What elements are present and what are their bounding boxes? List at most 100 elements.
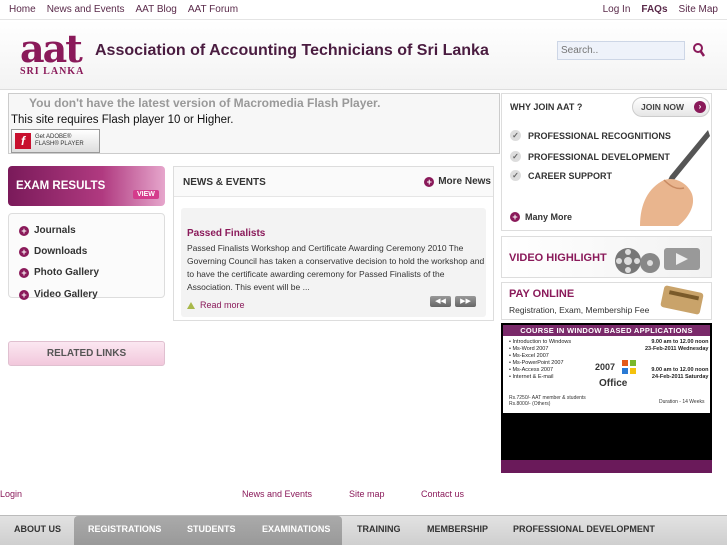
- flash-button-line1: Get ADOBE®: [35, 134, 72, 140]
- top-link-forum[interactable]: AAT Forum: [188, 4, 238, 15]
- film-reel-icon: [615, 248, 700, 274]
- logo-text: aat: [20, 26, 83, 71]
- flash-notice: You don't have the latest version of Mac…: [8, 93, 500, 154]
- why-join-title: WHY JOIN AAT ?: [510, 102, 583, 112]
- course-item: • Internet & E-mail: [509, 374, 554, 380]
- course-list: • Introduction to Windows • Ms-Word 2007…: [509, 339, 571, 381]
- arrow-right-icon: ›: [694, 101, 706, 113]
- get-flash-button[interactable]: f Get ADOBE® FLASH® PLAYER: [11, 129, 100, 153]
- video-highlight-title: VIDEO HIGHLIGHT: [509, 252, 607, 264]
- left-menu-journals[interactable]: + Journals: [19, 225, 76, 236]
- left-menu-label: Photo Gallery: [34, 267, 100, 278]
- footer-link-label: Contact us: [421, 489, 465, 499]
- nav-about-us[interactable]: ABOUT US: [14, 524, 61, 534]
- top-bar: Home News and Events AAT Blog AAT Forum …: [0, 0, 727, 20]
- course-fee: Rs.8000/- (Others): [509, 401, 551, 407]
- why-item-label: PROFESSIONAL RECOGNITIONS: [528, 130, 671, 141]
- footer-links: Login News and Events Site map Contact u…: [0, 488, 727, 502]
- why-item-label: CAREER SUPPORT: [528, 170, 613, 181]
- pay-online-subtitle: Registration, Exam, Membership Fee: [509, 305, 650, 315]
- search-icon[interactable]: [692, 42, 706, 58]
- course-time: 9.00 am to 12.00 noon: [651, 339, 709, 345]
- course-date: 24-Feb-2011 Saturday: [651, 374, 709, 380]
- left-menu-label: Journals: [34, 225, 76, 236]
- video-highlight-banner[interactable]: VIDEO HIGHLIGHT: [501, 236, 712, 278]
- footer-link-label: Site map: [349, 489, 385, 499]
- course-item: • Ms-Access 2007: [509, 367, 554, 373]
- top-link-login[interactable]: Log In: [603, 4, 631, 15]
- course-item: • Introduction to Windows: [509, 339, 572, 345]
- join-now-button[interactable]: JOIN NOW ›: [632, 97, 710, 117]
- left-menu: + Journals + Downloads + Photo Gallery + Vid…: [8, 213, 165, 300]
- news-item-body: Passed Finalists Workshop and Certificat…: [187, 243, 485, 292]
- left-menu-label: Video Gallery: [34, 289, 98, 300]
- news-header: NEWS & EVENTS + More News: [174, 167, 493, 197]
- nav-training[interactable]: TRAINING: [357, 524, 401, 534]
- news-item-title[interactable]: Passed Finalists: [187, 228, 265, 239]
- many-more-label: Many More: [525, 212, 573, 222]
- left-menu-video-gallery[interactable]: + Video Gallery: [19, 289, 98, 300]
- footer-link-contact[interactable]: Contact us: [421, 488, 464, 500]
- exam-results-banner[interactable]: EXAM RESULTS VIEW: [8, 166, 165, 206]
- nav-membership[interactable]: MEMBERSHIP: [427, 524, 488, 534]
- nav-students[interactable]: STUDENTS: [187, 524, 236, 534]
- course-item: • Ms-Word 2007: [509, 346, 549, 352]
- plus-icon: +: [19, 225, 29, 236]
- aat-logo[interactable]: aat SRI LANKA: [20, 26, 86, 82]
- footer-link-label: Login: [0, 489, 23, 499]
- news-next-button[interactable]: ▶▶: [455, 296, 476, 307]
- left-menu-downloads[interactable]: + Downloads: [19, 246, 87, 257]
- read-more-link[interactable]: Read more: [187, 300, 245, 310]
- nav-professional-development[interactable]: PROFESSIONAL DEVELOPMENT: [513, 524, 655, 534]
- footer-link-news-events[interactable]: News and Events: [242, 488, 312, 500]
- top-link-home[interactable]: Home: [9, 4, 36, 15]
- top-nav-right: Log In FAQs Site Map: [603, 4, 718, 15]
- footer-link-login[interactable]: Login: [0, 488, 22, 500]
- news-events-panel: NEWS & EVENTS + More News Passed Finalis…: [173, 166, 494, 321]
- many-more-link[interactable]: + Many More: [510, 212, 572, 222]
- course-advert[interactable]: COURSE IN WINDOW BASED APPLICATIONS • In…: [501, 323, 712, 473]
- pay-online-banner[interactable]: PAY ONLINE Registration, Exam, Membershi…: [501, 282, 712, 320]
- plus-icon: +: [510, 212, 520, 222]
- pay-online-title: PAY ONLINE: [509, 288, 575, 300]
- course-item: • Ms-PowerPoint 2007: [509, 360, 564, 366]
- exam-results-label: EXAM RESULTS: [16, 180, 106, 192]
- top-link-sitemap[interactable]: Site Map: [679, 4, 718, 15]
- exam-results-view-button[interactable]: VIEW: [133, 190, 159, 199]
- check-icon: ✓: [510, 130, 521, 141]
- why-item-career: ✓ CAREER SUPPORT: [510, 170, 612, 181]
- top-link-faqs[interactable]: FAQs: [641, 4, 667, 15]
- top-link-blog[interactable]: AAT Blog: [136, 4, 177, 15]
- plus-icon: +: [19, 246, 29, 257]
- course-fees: Rs.7250/- AAT member & students Rs.8000/…: [509, 395, 586, 407]
- course-banner: COURSE IN WINDOW BASED APPLICATIONS: [503, 325, 710, 336]
- left-menu-label: Downloads: [34, 246, 88, 257]
- office-logo-icon: [622, 360, 636, 374]
- office-label: Office: [599, 378, 628, 389]
- nav-registrations[interactable]: REGISTRATIONS: [88, 524, 161, 534]
- search-input[interactable]: [557, 41, 685, 60]
- why-item-label: PROFESSIONAL DEVELOPMENT: [528, 151, 670, 162]
- course-date: 23-Feb-2011 Wednesday: [645, 346, 709, 352]
- arrow-up-icon: [187, 301, 195, 309]
- course-card: COURSE IN WINDOW BASED APPLICATIONS • In…: [503, 325, 710, 413]
- why-join-panel: WHY JOIN AAT ? JOIN NOW › ✓ PROFESSIONAL …: [501, 93, 712, 231]
- plus-icon: +: [19, 289, 29, 300]
- footer-link-label: News and Events: [242, 489, 313, 499]
- related-links-button[interactable]: RELATED LINKS: [8, 341, 165, 366]
- flash-message: You don't have the latest version of Mac…: [29, 96, 381, 110]
- flash-icon: f: [15, 133, 31, 149]
- course-duration: Duration - 14 Weeks: [659, 399, 705, 405]
- nav-examinations[interactable]: EXAMINATIONS: [262, 524, 330, 534]
- more-news-link[interactable]: + More News: [424, 176, 491, 187]
- footer-link-sitemap[interactable]: Site map: [349, 488, 385, 500]
- top-link-news-events[interactable]: News and Events: [47, 4, 125, 15]
- news-prev-button[interactable]: ◀◀: [430, 296, 451, 307]
- course-time: 9.00 am to 12.00 noon: [651, 367, 709, 373]
- news-item: Passed Finalists Passed Finalists Worksh…: [181, 208, 486, 317]
- left-menu-photo-gallery[interactable]: + Photo Gallery: [19, 267, 99, 278]
- hand-pen-image: [640, 130, 710, 226]
- logo-subtext: SRI LANKA: [20, 66, 85, 77]
- main-nav: ABOUT US REGISTRATIONS STUDENTS EXAMINAT…: [0, 515, 727, 545]
- top-nav-left: Home News and Events AAT Blog AAT Forum: [9, 4, 238, 15]
